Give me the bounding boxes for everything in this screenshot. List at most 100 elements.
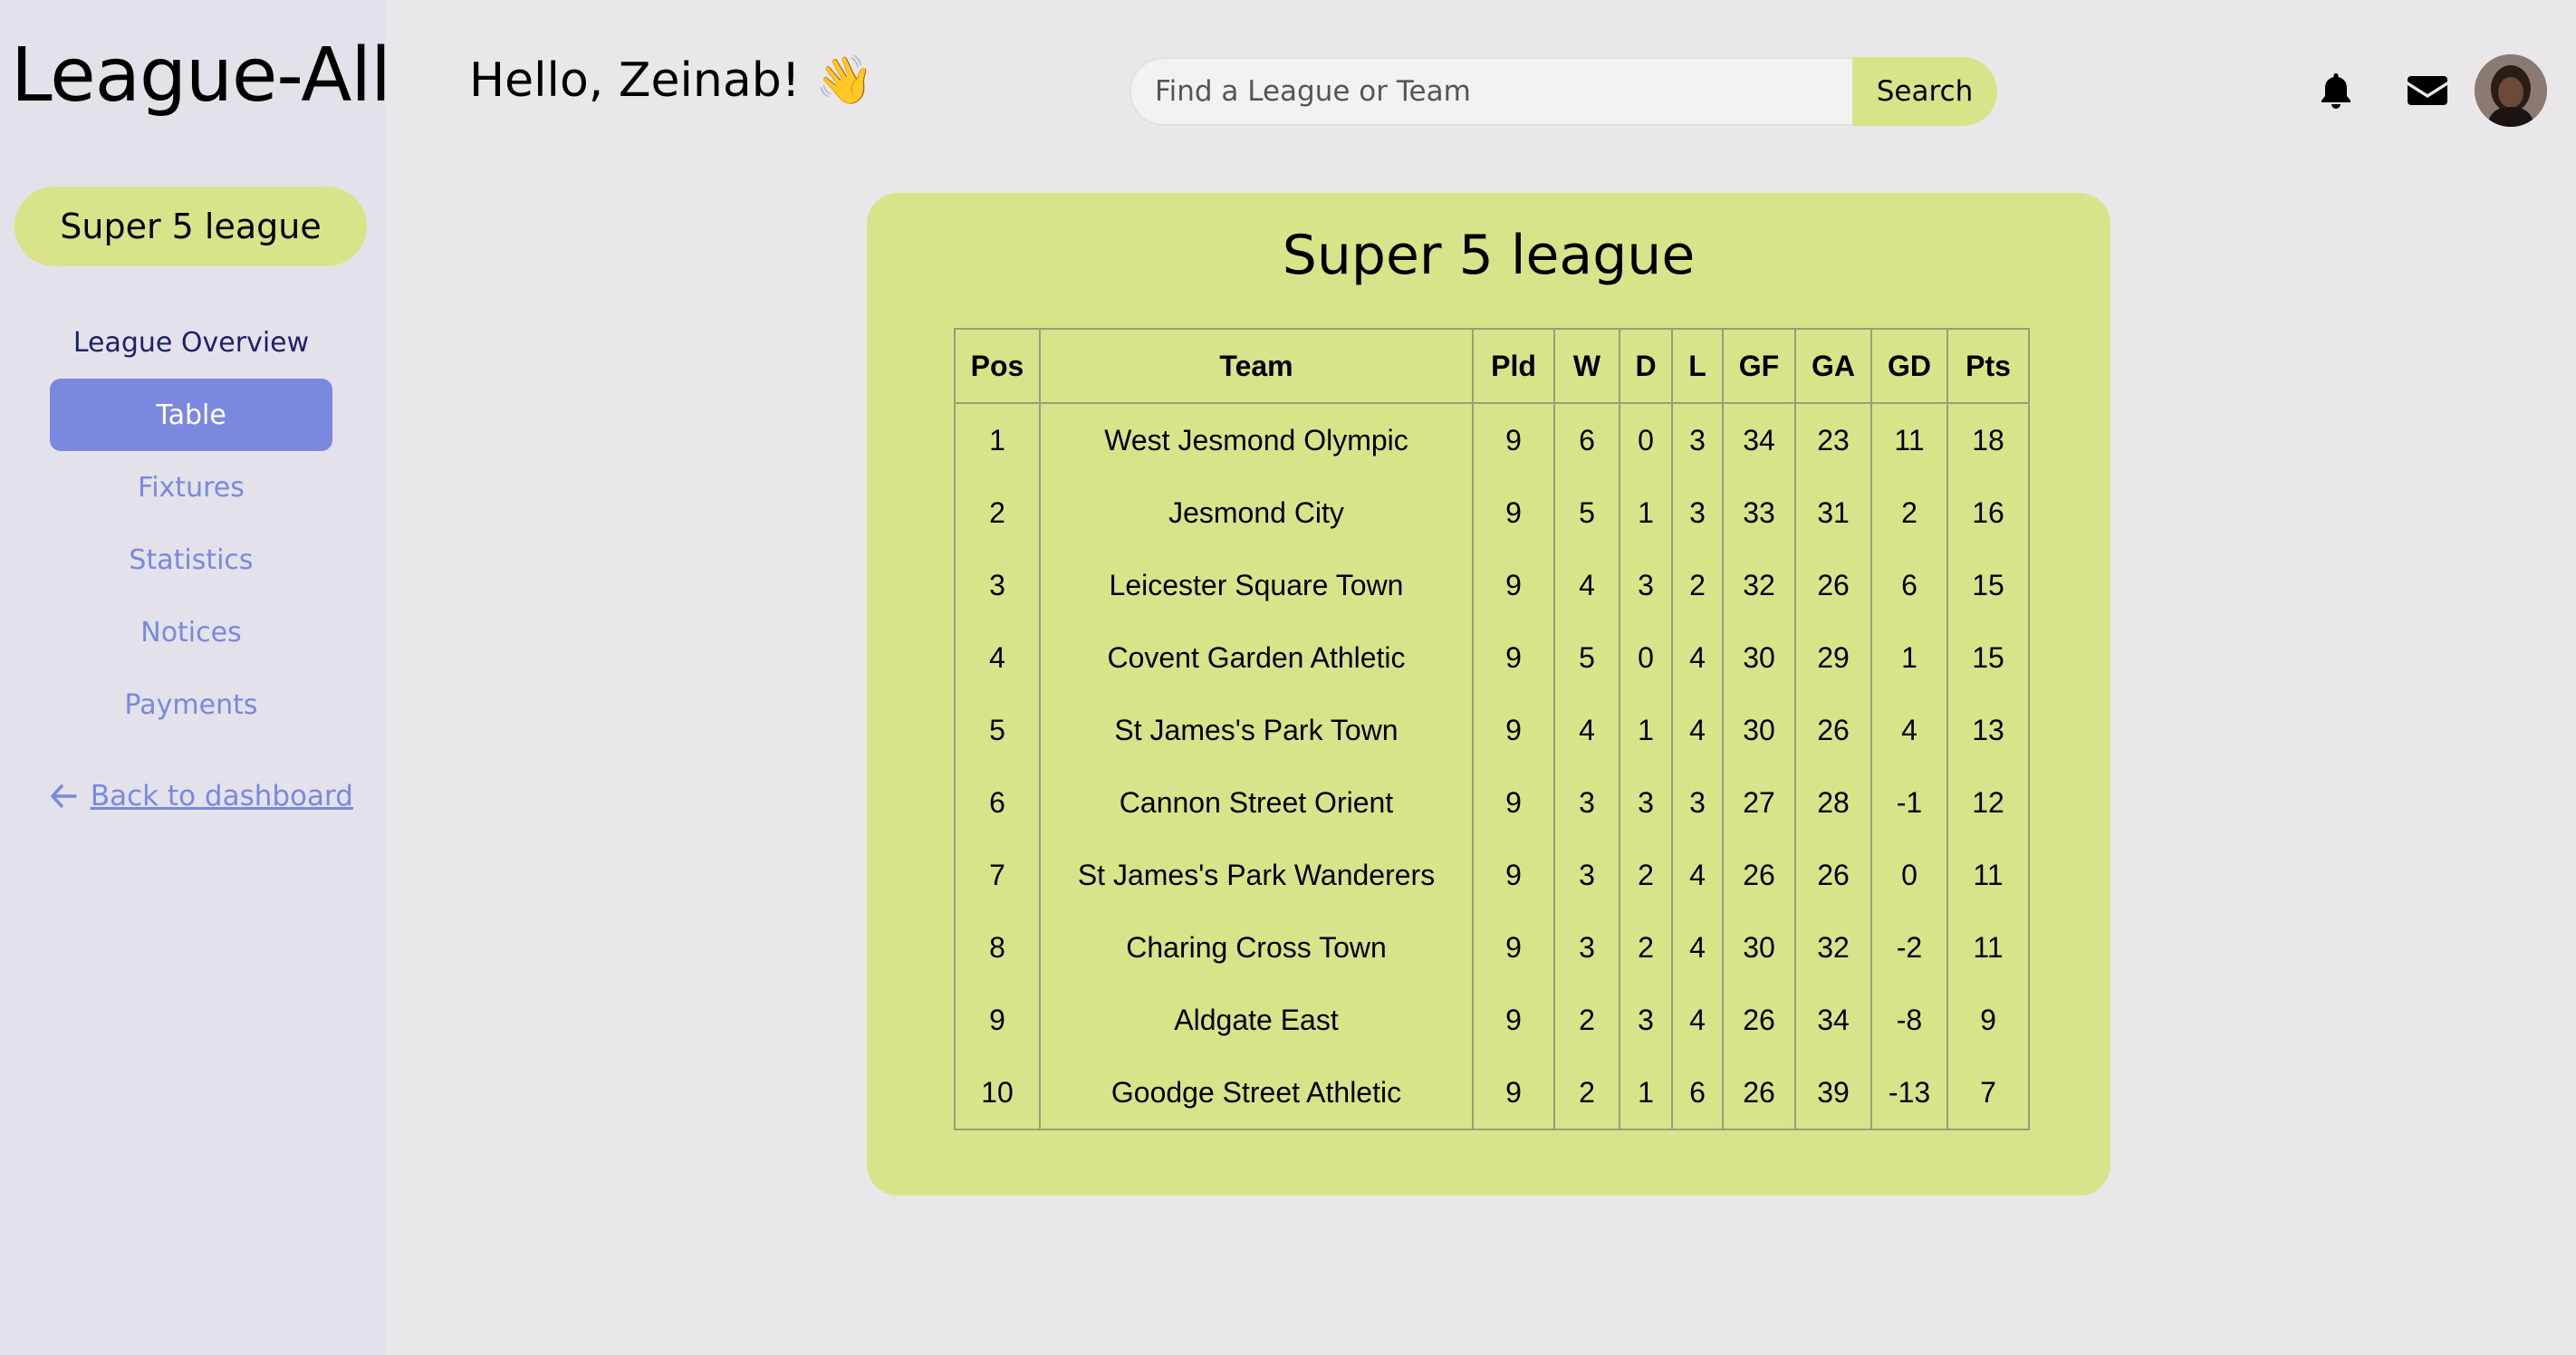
cell-ga: 23 <box>1794 403 1872 476</box>
cell-team[interactable]: Leicester Square Town <box>1039 549 1474 621</box>
cell-d: 3 <box>1619 549 1673 621</box>
cell-gd: -1 <box>1870 766 1948 839</box>
cell-d: 1 <box>1619 1056 1673 1129</box>
cell-w: 5 <box>1553 621 1620 694</box>
search-input[interactable] <box>1129 57 1852 126</box>
cell-team[interactable]: St James's Park Wanderers <box>1039 839 1474 911</box>
cell-team[interactable]: Cannon Street Orient <box>1039 766 1474 839</box>
cell-pts: 15 <box>1946 549 2030 621</box>
cell-team[interactable]: Charing Cross Town <box>1039 911 1474 984</box>
nav-item-notices[interactable]: Notices <box>50 596 332 668</box>
search-bar: Search <box>1129 57 1997 126</box>
cell-team[interactable]: West Jesmond Olympic <box>1039 403 1474 476</box>
cell-team[interactable]: Aldgate East <box>1039 984 1474 1056</box>
league-name-pill[interactable]: Super 5 league <box>14 187 367 266</box>
nav-item-league-overview[interactable]: League Overview <box>50 306 332 379</box>
cell-pos: 9 <box>954 984 1041 1056</box>
cell-pts: 11 <box>1946 911 2030 984</box>
col-header-d[interactable]: D <box>1619 328 1673 404</box>
col-header-gf[interactable]: GF <box>1722 328 1796 404</box>
cell-pld: 9 <box>1472 621 1555 694</box>
cell-gd: -2 <box>1870 911 1948 984</box>
table-row[interactable]: 10 Goodge Street Athletic 9 2 1 6 26 39 … <box>954 1056 2030 1129</box>
cell-d: 3 <box>1619 766 1673 839</box>
search-button[interactable]: Search <box>1852 57 1997 126</box>
col-header-w[interactable]: W <box>1553 328 1620 404</box>
cell-pts: 7 <box>1946 1056 2030 1129</box>
cell-team[interactable]: St James's Park Town <box>1039 694 1474 766</box>
cell-pts: 15 <box>1946 621 2030 694</box>
cell-l: 4 <box>1671 911 1724 984</box>
sidebar: League-All Super 5 league League Overvie… <box>0 0 391 1355</box>
table-row[interactable]: 9 Aldgate East 9 2 3 4 26 34 -8 9 <box>954 984 2030 1056</box>
envelope-icon[interactable] <box>2408 74 2447 107</box>
cell-w: 2 <box>1553 984 1620 1056</box>
table-row[interactable]: 1 West Jesmond Olympic 9 6 0 3 34 23 11 … <box>954 403 2030 476</box>
cell-w: 6 <box>1553 403 1620 476</box>
cell-ga: 34 <box>1794 984 1872 1056</box>
cell-pld: 9 <box>1472 694 1555 766</box>
nav-item-payments[interactable]: Payments <box>50 668 332 741</box>
cell-pos: 8 <box>954 911 1041 984</box>
league-nav: League Overview Table Fixtures Statistic… <box>50 306 332 741</box>
table-row[interactable]: 4 Covent Garden Athletic 9 5 0 4 30 29 1… <box>954 621 2030 694</box>
cell-ga: 39 <box>1794 1056 1872 1129</box>
table-row[interactable]: 3 Leicester Square Town 9 4 3 2 32 26 6 … <box>954 549 2030 621</box>
table-row[interactable]: 6 Cannon Street Orient 9 3 3 3 27 28 -1 … <box>954 766 2030 839</box>
app-root: League-All Super 5 league League Overvie… <box>0 0 2576 1355</box>
cell-pos: 7 <box>954 839 1041 911</box>
cell-d: 2 <box>1619 839 1673 911</box>
cell-gd: 4 <box>1870 694 1948 766</box>
cell-l: 4 <box>1671 621 1724 694</box>
cell-team[interactable]: Goodge Street Athletic <box>1039 1056 1474 1129</box>
cell-pld: 9 <box>1472 476 1555 549</box>
cell-l: 2 <box>1671 549 1724 621</box>
cell-d: 1 <box>1619 694 1673 766</box>
nav-item-fixtures[interactable]: Fixtures <box>50 451 332 524</box>
nav-item-table[interactable]: Table <box>50 379 332 451</box>
col-header-team[interactable]: Team <box>1039 328 1474 404</box>
cell-gf: 30 <box>1722 694 1796 766</box>
cell-d: 2 <box>1619 911 1673 984</box>
cell-w: 3 <box>1553 911 1620 984</box>
col-header-l[interactable]: L <box>1671 328 1724 404</box>
table-header-row: Pos Team Pld W D L GF GA GD Pts <box>954 328 2030 404</box>
cell-gf: 30 <box>1722 911 1796 984</box>
cell-pld: 9 <box>1472 1056 1555 1129</box>
cell-gd: -13 <box>1870 1056 1948 1129</box>
cell-team[interactable]: Jesmond City <box>1039 476 1474 549</box>
cell-gd: 2 <box>1870 476 1948 549</box>
cell-pld: 9 <box>1472 549 1555 621</box>
col-header-pld[interactable]: Pld <box>1472 328 1555 404</box>
table-row[interactable]: 7 St James's Park Wanderers 9 3 2 4 26 2… <box>954 839 2030 911</box>
cell-pts: 9 <box>1946 984 2030 1056</box>
app-logo[interactable]: League-All <box>11 33 391 119</box>
cell-team[interactable]: Covent Garden Athletic <box>1039 621 1474 694</box>
cell-pos: 4 <box>954 621 1041 694</box>
cell-pld: 9 <box>1472 839 1555 911</box>
cell-ga: 28 <box>1794 766 1872 839</box>
cell-pld: 9 <box>1472 403 1555 476</box>
table-row[interactable]: 5 St James's Park Town 9 4 1 4 30 26 4 1… <box>954 694 2030 766</box>
cell-w: 5 <box>1553 476 1620 549</box>
col-header-gd[interactable]: GD <box>1870 328 1948 404</box>
cell-l: 4 <box>1671 839 1724 911</box>
user-avatar[interactable] <box>2475 54 2547 127</box>
table-row[interactable]: 2 Jesmond City 9 5 1 3 33 31 2 16 <box>954 476 2030 549</box>
cell-pts: 16 <box>1946 476 2030 549</box>
cell-gf: 32 <box>1722 549 1796 621</box>
col-header-pos[interactable]: Pos <box>954 328 1041 404</box>
cell-l: 3 <box>1671 403 1724 476</box>
nav-item-statistics[interactable]: Statistics <box>50 524 332 596</box>
col-header-pts[interactable]: Pts <box>1946 328 2030 404</box>
col-header-ga[interactable]: GA <box>1794 328 1872 404</box>
cell-pos: 1 <box>954 403 1041 476</box>
cell-ga: 32 <box>1794 911 1872 984</box>
cell-pos: 10 <box>954 1056 1041 1129</box>
cell-ga: 26 <box>1794 549 1872 621</box>
back-to-dashboard-link[interactable]: Back to dashboard <box>50 777 353 813</box>
bell-icon[interactable] <box>2316 71 2356 111</box>
cell-l: 6 <box>1671 1056 1724 1129</box>
cell-ga: 31 <box>1794 476 1872 549</box>
table-row[interactable]: 8 Charing Cross Town 9 3 2 4 30 32 -2 11 <box>954 911 2030 984</box>
